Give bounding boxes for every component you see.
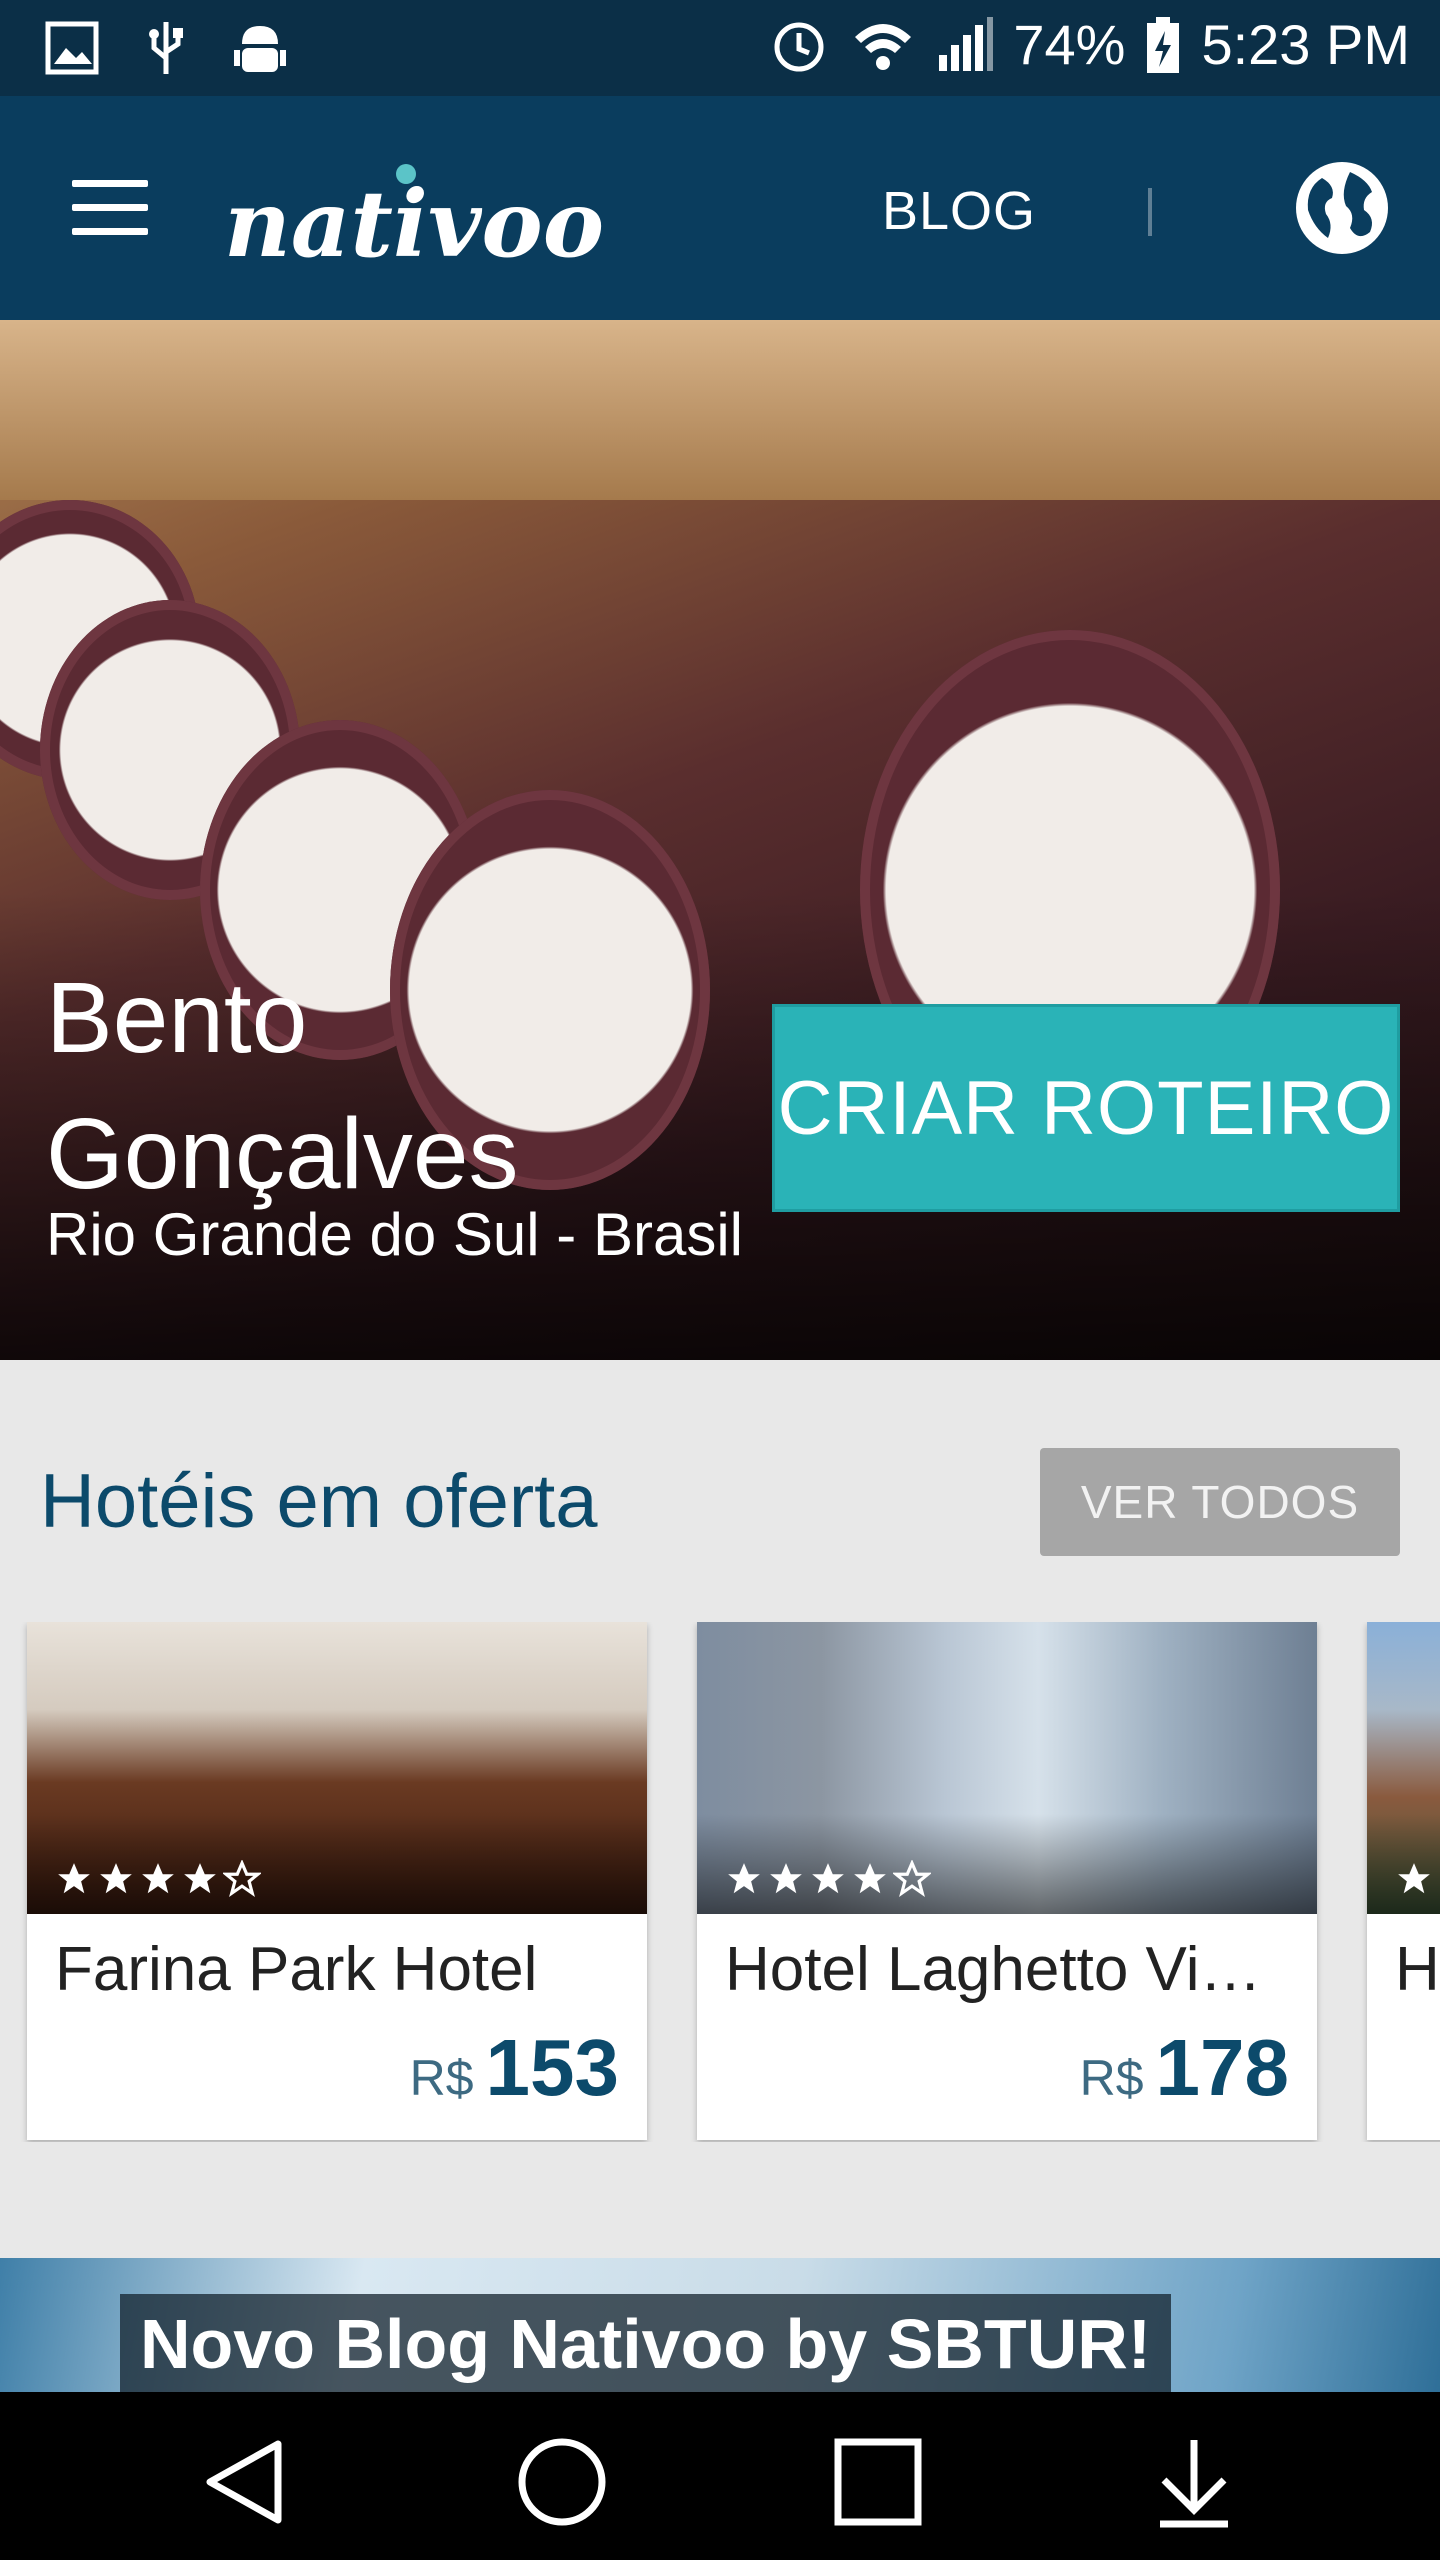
price-amount: 178: [1155, 2023, 1289, 2112]
section-title: Hotéis em oferta: [40, 1459, 598, 1544]
hotel-image: [697, 1622, 1317, 1914]
star-filled-icon: [142, 1863, 174, 1894]
blog-banner[interactable]: Novo Blog Nativoo by SBTUR!: [0, 2258, 1440, 2392]
star-rating: [55, 1860, 261, 1898]
alarm-icon: [774, 22, 824, 71]
battery-charging-icon: [1147, 16, 1180, 73]
destination-title: Bento Gonçalves: [46, 962, 519, 1210]
hero-image-shelf: [0, 320, 1440, 500]
hotel-card[interactable]: H: [1367, 1622, 1440, 2140]
star-rating: [1395, 1860, 1433, 1898]
hotel-image: [1367, 1622, 1440, 1914]
battery-percent: 74%: [1013, 13, 1126, 76]
hamburger-menu-icon[interactable]: [72, 180, 148, 236]
star-filled-icon: [58, 1863, 90, 1894]
blog-link[interactable]: BLOG: [882, 180, 1036, 242]
hotel-carousel[interactable]: Farina Park Hotel R$ 153 Hotel Laghetto …: [0, 1622, 1440, 2142]
star-filled-icon: [1398, 1863, 1430, 1894]
clock: 5:23 PM: [1201, 13, 1410, 76]
app-bar: nativoo BLOG: [0, 96, 1440, 320]
home-icon[interactable]: [512, 2432, 612, 2532]
status-bar: 74% 5:23 PM: [0, 0, 1440, 96]
star-filled-icon: [100, 1863, 132, 1894]
see-all-button[interactable]: VER TODOS: [1040, 1448, 1400, 1556]
star-filled-icon: [812, 1863, 844, 1894]
recent-apps-icon[interactable]: [828, 2432, 928, 2532]
hotel-card[interactable]: Hotel Laghetto Vi… R$ 178: [697, 1622, 1317, 2140]
hotel-name: H: [1395, 1935, 1440, 2004]
price-currency: R$: [409, 2050, 474, 2106]
android-debug-icon: [234, 26, 286, 72]
destination-region: Rio Grande do Sul - Brasil: [46, 1201, 743, 1268]
nativoo-logo[interactable]: nativoo: [220, 156, 620, 276]
wifi-icon: [855, 23, 912, 70]
hero-banner: Bento Gonçalves Rio Grande do Sul - Bras…: [0, 320, 1440, 1360]
blog-banner-title: Novo Blog Nativoo by SBTUR!: [120, 2294, 1172, 2392]
price-currency: R$: [1079, 2050, 1144, 2106]
hotel-price: R$ 178: [1080, 2022, 1289, 2114]
divider: [1148, 188, 1152, 236]
star-filled-icon: [770, 1863, 802, 1894]
star-empty-icon: [893, 1860, 931, 1898]
image-icon: [45, 21, 99, 75]
star-filled-icon: [854, 1863, 886, 1894]
create-itinerary-button[interactable]: CRIAR ROTEIRO: [772, 1004, 1400, 1212]
star-rating: [725, 1860, 931, 1898]
price-amount: 153: [485, 2023, 619, 2112]
system-nav-bar: [0, 2392, 1440, 2560]
notification-pull-icon[interactable]: [1144, 2432, 1244, 2532]
globe-icon[interactable]: [1292, 158, 1392, 258]
signal-icon: [939, 16, 994, 71]
svg-text:nativoo: nativoo: [224, 170, 604, 276]
back-icon[interactable]: [196, 2432, 296, 2532]
status-notifications: [44, 18, 288, 78]
hotel-price: R$ 153: [410, 2022, 619, 2114]
star-filled-icon: [728, 1863, 760, 1894]
usb-icon: [149, 22, 183, 74]
hotel-card[interactable]: Farina Park Hotel R$ 153: [27, 1622, 647, 2140]
star-empty-icon: [223, 1860, 261, 1898]
hotel-name: Hotel Laghetto Vi…: [725, 1935, 1262, 2004]
star-filled-icon: [184, 1863, 216, 1894]
hotel-name: Farina Park Hotel: [55, 1935, 538, 2004]
status-system: 74% 5:23 PM: [767, 12, 1410, 77]
hotel-image: [27, 1622, 647, 1914]
